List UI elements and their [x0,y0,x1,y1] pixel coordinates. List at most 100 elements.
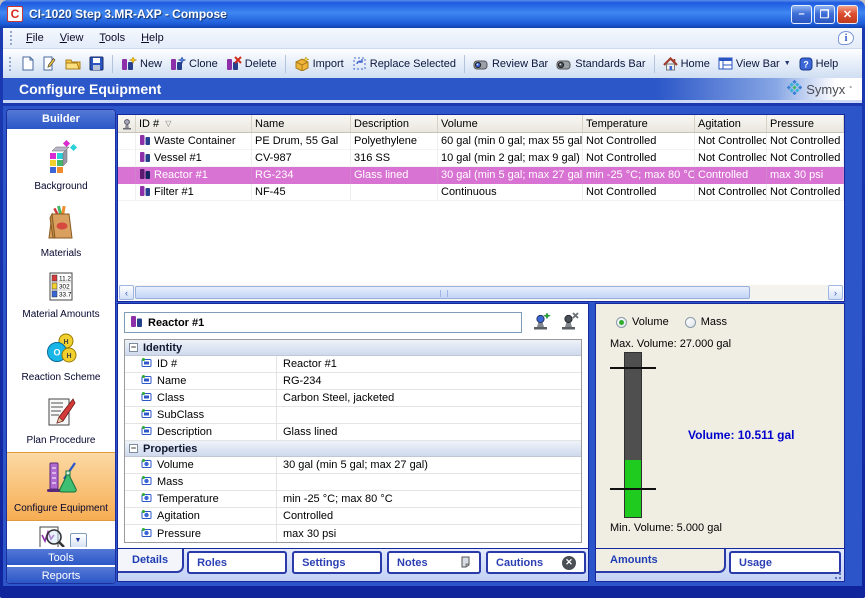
close-circle-icon[interactable]: ✕ [562,556,576,570]
current-volume-label: Volume: 10.511 gal [688,428,795,442]
column-header-agitation[interactable]: Agitation [695,115,767,132]
import-button[interactable]: Import [290,54,348,73]
sidebar-item-label: Configure Equipment [14,503,108,514]
view-bar-button[interactable]: View Bar ▼ [714,55,795,72]
resize-grip[interactable] [832,570,841,579]
sidebar-item-partial[interactable]: ▼ [7,521,115,547]
delete-equipment-button[interactable]: Delete [222,54,281,73]
menu-tools[interactable]: Tools [91,30,133,46]
section-header-identity[interactable]: − Identity [125,340,581,356]
window-title: CI-1020 Step 3.MR-AXP - Compose [29,7,227,21]
brand-registered-mark: ° [849,86,852,93]
table-corner-button[interactable] [118,115,136,132]
tab-cautions[interactable]: Cautions ✕ [486,551,586,574]
property-row[interactable]: Mass [125,474,581,491]
column-header-description[interactable]: Description [351,115,438,132]
plan-procedure-icon [44,395,78,432]
sidebar-item-materials[interactable]: Materials [7,198,115,265]
property-row[interactable]: Pressure max 30 psi [125,525,581,542]
tools-button[interactable]: Tools [7,547,115,565]
maximize-button[interactable]: ❐ [814,5,835,24]
view-bar-dropdown-icon[interactable]: ▼ [784,60,791,67]
brand-name: Symyx [806,82,845,97]
table-row-selected[interactable]: Reactor #1 RG-234 Glass lined 30 gal (mi… [118,167,844,184]
scroll-left-icon[interactable]: ‹ [119,285,134,300]
scrollbar-thumb[interactable] [135,286,750,299]
column-header-id[interactable]: ID #▽ [136,115,252,132]
new-equipment-button[interactable]: New [117,54,166,73]
table-row[interactable]: Vessel #1 CV-987 316 SS 10 gal (min 2 ga… [118,150,844,167]
save-button[interactable] [85,54,108,73]
amounts-tab-strip: Amounts Usage [595,549,845,582]
section-header-properties[interactable]: − Properties [125,441,581,457]
mass-radio[interactable]: Mass [685,316,727,328]
column-header-temperature[interactable]: Temperature [583,115,695,132]
replace-selected-label: Replace Selected [370,58,456,70]
tab-roles[interactable]: Roles [187,551,287,574]
sidebar-item-material-amounts[interactable]: 11.230233.7 Material Amounts [7,265,115,326]
column-header-volume[interactable]: Volume [438,115,583,132]
sidebar-item-plan-procedure[interactable]: Plan Procedure [7,389,115,452]
table-row[interactable]: Filter #1 NF-45 Continuous Not Controlle… [118,184,844,201]
property-row[interactable]: Agitation Controlled [125,508,581,525]
horizontal-scrollbar[interactable]: ‹ › [119,285,843,300]
menu-grip[interactable] [10,31,12,45]
tab-notes[interactable]: Notes [387,551,481,574]
tab-settings[interactable]: Settings [292,551,382,574]
note-icon [459,555,471,571]
property-row[interactable]: Volume 30 gal (min 5 gal; max 27 gal) [125,457,581,474]
property-row[interactable]: Temperature min -25 °C; max 80 °C [125,491,581,508]
toolbar-grip[interactable] [9,57,11,71]
sidebar-item-label: Material Amounts [22,309,99,320]
property-tag-icon [141,458,152,472]
column-header-pressure[interactable]: Pressure [767,115,844,132]
help-button[interactable]: ? Help [795,55,843,73]
minimize-button[interactable]: – [791,5,812,24]
replace-selected-button[interactable]: Replace Selected [348,54,460,73]
edit-file-button[interactable] [39,54,61,73]
tab-details[interactable]: Details [118,549,184,573]
scroll-right-icon[interactable]: › [828,285,843,300]
title-bar[interactable]: C CI-1020 Step 3.MR-AXP - Compose – ❐ ✕ [0,0,865,28]
column-header-name[interactable]: Name [252,115,351,132]
home-icon [663,57,678,71]
review-bar-button[interactable]: Review Bar [469,55,552,73]
new-file-button[interactable] [17,54,39,73]
table-row[interactable]: Waste Container PE Drum, 55 Gal Polyethy… [118,133,844,150]
tab-usage[interactable]: Usage [729,551,841,574]
sidebar-scroll-dropdown[interactable]: ▼ [70,533,87,547]
info-icon[interactable]: i [838,31,854,45]
menu-bar: File View Tools Help i [3,28,862,49]
collapse-icon[interactable]: − [129,343,138,352]
property-row[interactable]: ID # Reactor #1 [125,356,581,373]
property-row[interactable]: Description Glass lined [125,424,581,441]
brand-logo: Symyx ° [787,80,852,98]
sidebar-item-background[interactable]: Background [7,133,115,198]
reports-button[interactable]: Reports [7,565,115,583]
property-row[interactable]: Class Carbon Steel, jacketed [125,390,581,407]
clone-equipment-button[interactable]: Clone [166,54,222,73]
sidebar-item-reaction-scheme[interactable]: HOH Reaction Scheme [7,326,115,389]
menu-help[interactable]: Help [133,30,172,46]
collapse-icon[interactable]: − [129,444,138,453]
svg-text:33.7: 33.7 [59,292,72,299]
open-button[interactable] [61,54,85,73]
volume-radio[interactable]: Volume [616,316,669,328]
equipment-icon [130,314,143,331]
max-volume-label: Max. Volume: 27.000 gal [610,338,844,350]
selected-equipment-name-box[interactable]: Reactor #1 [124,312,522,333]
close-button[interactable]: ✕ [837,5,858,24]
add-stamp-icon[interactable] [530,311,552,334]
sidebar-item-configure-equipment[interactable]: Configure Equipment [7,452,115,521]
property-row[interactable]: Name RG-234 [125,373,581,390]
tab-amounts[interactable]: Amounts [596,549,726,573]
scrollbar-track[interactable] [134,285,828,300]
home-button[interactable]: Home [659,55,714,73]
menu-file[interactable]: File [18,30,52,46]
radio-unselected-icon [685,317,696,328]
property-row[interactable]: SubClass [125,407,581,424]
remove-stamp-icon[interactable] [558,311,580,334]
standards-bar-button[interactable]: Standards Bar [552,55,649,73]
gauge-bar [624,352,642,518]
menu-view[interactable]: View [52,30,92,46]
